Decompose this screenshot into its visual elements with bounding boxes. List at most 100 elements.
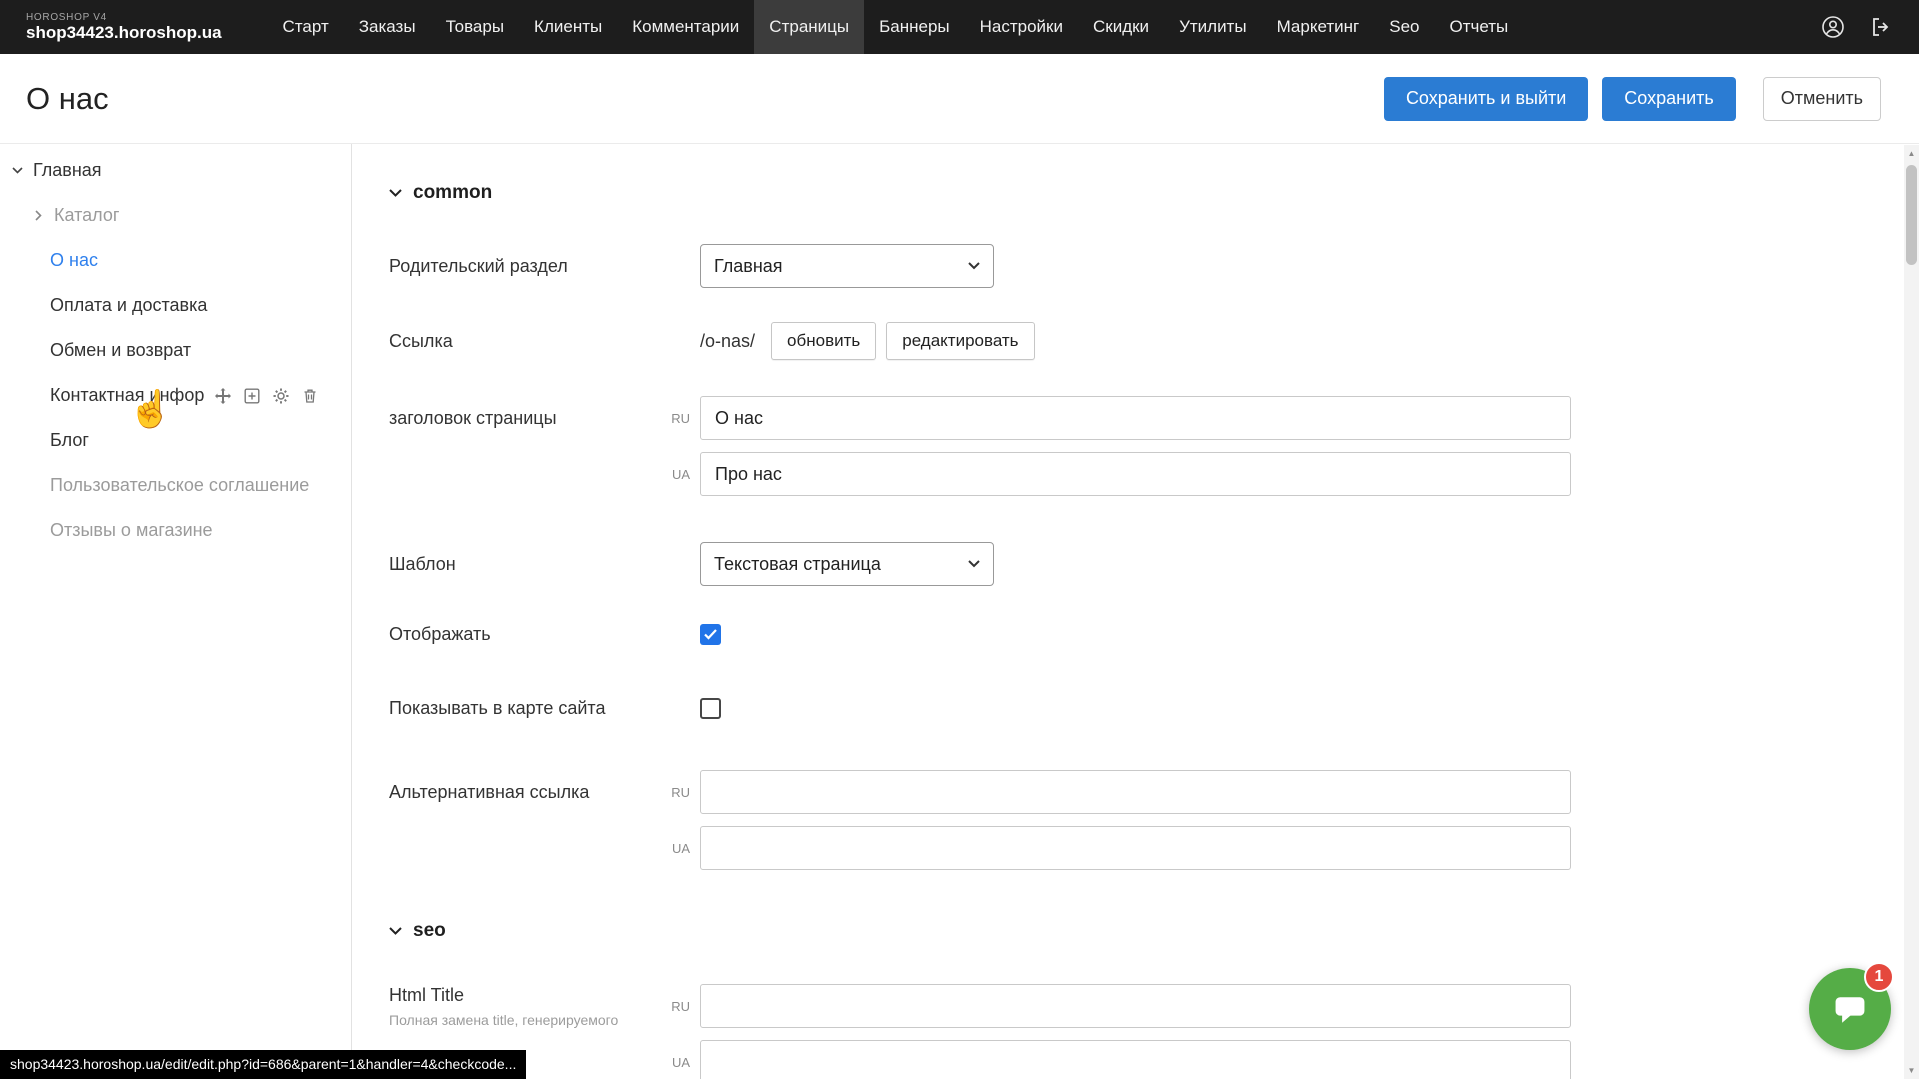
sidebar-item-home[interactable]: Главная [0, 148, 351, 193]
link-preview-statusbar: shop34423.horoshop.ua/edit/edit.php?id=6… [0, 1050, 526, 1079]
page-title-ru-input[interactable] [700, 396, 1571, 440]
selected-value: Текстовая страница [714, 554, 881, 575]
chevron-right-icon[interactable] [31, 210, 45, 221]
field-label: заголовок страницы [389, 408, 656, 429]
field-label: Отображать [389, 624, 656, 645]
menu-item-orders[interactable]: Заказы [344, 0, 431, 54]
page-title-ua-input[interactable] [700, 452, 1571, 496]
settings-icon[interactable] [273, 388, 289, 404]
menu-item-utilities[interactable]: Утилиты [1164, 0, 1262, 54]
field-label: Ссылка [389, 331, 656, 352]
display-row: Отображать [389, 622, 1919, 646]
menu-item-marketing[interactable]: Маркетинг [1262, 0, 1375, 54]
field-label: Шаблон [389, 554, 656, 575]
sidebar-item-label: Оплата и доставка [50, 295, 207, 316]
lang-badge-ru: RU [656, 999, 700, 1014]
link-row: Ссылка /o-nas/ обновить редактировать [389, 322, 1919, 360]
menu-item-reports[interactable]: Отчеты [1434, 0, 1523, 54]
chat-unread-badge: 1 [1864, 962, 1894, 992]
alt-link-ua-row: UA [389, 826, 1919, 870]
chat-bubble-icon [1829, 988, 1871, 1030]
html-title-ua-row: UA [389, 1040, 1919, 1079]
html-title-ru-row: Html Title Полная замена title, генериру… [389, 984, 1919, 1028]
section-title: common [413, 182, 492, 204]
menu-item-comments[interactable]: Комментарии [617, 0, 754, 54]
menu-item-discounts[interactable]: Скидки [1078, 0, 1164, 54]
section-common[interactable]: common [389, 180, 1919, 206]
menu-item-products[interactable]: Товары [431, 0, 519, 54]
brand-domain: shop34423.horoshop.ua [26, 23, 222, 43]
sidebar-item-payment[interactable]: Оплата и доставка [0, 283, 351, 328]
brand-version: HOROSHOP V4 [26, 12, 222, 23]
cancel-button[interactable]: Отменить [1763, 77, 1881, 121]
lang-badge-ru: RU [656, 785, 700, 800]
edit-link-button[interactable]: редактировать [886, 322, 1034, 360]
sidebar-item-about[interactable]: О нас [0, 238, 351, 283]
sidebar-item-agreement[interactable]: Пользовательское соглашение [0, 463, 351, 508]
lang-badge-ua: UA [656, 467, 700, 482]
alt-link-ru-input[interactable] [700, 770, 1571, 814]
alt-link-ru-row: Альтернативная ссылка RU [389, 770, 1919, 814]
field-label: Html Title [389, 985, 656, 1006]
sitemap-row: Показывать в карте сайта [389, 696, 1919, 720]
field-label-block: Html Title Полная замена title, генериру… [389, 985, 656, 1028]
html-title-ua-input[interactable] [700, 1040, 1571, 1079]
row-action-icons [215, 388, 318, 404]
display-checkbox[interactable] [700, 624, 721, 645]
chevron-down-icon [968, 560, 980, 568]
logout-icon[interactable] [1869, 15, 1893, 39]
field-label: Альтернативная ссылка [389, 782, 656, 803]
menu-item-start[interactable]: Старт [268, 0, 344, 54]
scrollbar-down-arrow[interactable]: ▼ [1904, 1063, 1919, 1078]
page-header: О нас Сохранить и выйти Сохранить Отмени… [0, 54, 1919, 144]
vertical-scrollbar[interactable]: ▲ ▼ [1904, 145, 1919, 1079]
section-title: seo [413, 920, 446, 942]
save-button[interactable]: Сохранить [1602, 77, 1735, 121]
page: HOROSHOP V4 shop34423.horoshop.ua Старт … [0, 0, 1919, 1079]
parent-section-row: Родительский раздел Главная [389, 244, 1919, 288]
html-title-ru-input[interactable] [700, 984, 1571, 1028]
scrollbar-thumb[interactable] [1906, 165, 1917, 265]
template-row: Шаблон Текстовая страница [389, 542, 1919, 586]
pages-tree: Главная Каталог О нас Оплата и доставка … [0, 144, 352, 1079]
menu-item-banners[interactable]: Баннеры [864, 0, 965, 54]
sidebar-item-label: Пользовательское соглашение [50, 475, 309, 496]
menu-item-settings[interactable]: Настройки [965, 0, 1078, 54]
add-page-icon[interactable] [244, 388, 260, 404]
sidebar-item-blog[interactable]: Блог [0, 418, 351, 463]
move-icon[interactable] [215, 388, 231, 404]
sidebar-item-reviews[interactable]: Отзывы о магазине [0, 508, 351, 553]
field-label: Показывать в карте сайта [389, 698, 656, 719]
main-menu: Старт Заказы Товары Клиенты Комментарии … [268, 0, 1524, 54]
delete-icon[interactable] [302, 388, 318, 404]
template-select[interactable]: Текстовая страница [700, 542, 994, 586]
sitemap-checkbox[interactable] [700, 698, 721, 719]
sidebar-item-label: Блог [50, 430, 89, 451]
alt-link-ua-input[interactable] [700, 826, 1571, 870]
header-actions: Сохранить и выйти Сохранить Отменить [1384, 77, 1881, 121]
save-exit-button[interactable]: Сохранить и выйти [1384, 77, 1588, 121]
content: Главная Каталог О нас Оплата и доставка … [0, 144, 1919, 1079]
lang-badge-ru: RU [656, 411, 700, 426]
account-icon[interactable] [1821, 15, 1845, 39]
chevron-down-icon[interactable] [10, 167, 24, 174]
parent-section-select[interactable]: Главная [700, 244, 994, 288]
menu-item-seo[interactable]: Seo [1374, 0, 1434, 54]
menu-item-pages[interactable]: Страницы [754, 0, 864, 54]
section-seo[interactable]: seo [389, 918, 1919, 944]
page-title-ua-row: UA [389, 452, 1919, 496]
scrollbar-up-arrow[interactable]: ▲ [1904, 146, 1919, 161]
menu-item-clients[interactable]: Клиенты [519, 0, 617, 54]
lang-badge-ua: UA [656, 841, 700, 856]
brand[interactable]: HOROSHOP V4 shop34423.horoshop.ua [0, 12, 222, 43]
lang-badge-ua: UA [656, 1055, 700, 1070]
refresh-link-button[interactable]: обновить [771, 322, 876, 360]
field-label: Родительский раздел [389, 256, 656, 277]
link-path: /o-nas/ [700, 331, 755, 352]
sidebar-item-exchange[interactable]: Обмен и возврат [0, 328, 351, 373]
sidebar-item-label: О нас [50, 250, 98, 271]
chat-widget-button[interactable]: 1 [1809, 968, 1891, 1050]
sidebar-item-catalog[interactable]: Каталог [0, 193, 351, 238]
sidebar-item-contacts[interactable]: Контактная инфор [0, 373, 351, 418]
sidebar-item-label: Отзывы о магазине [50, 520, 213, 541]
